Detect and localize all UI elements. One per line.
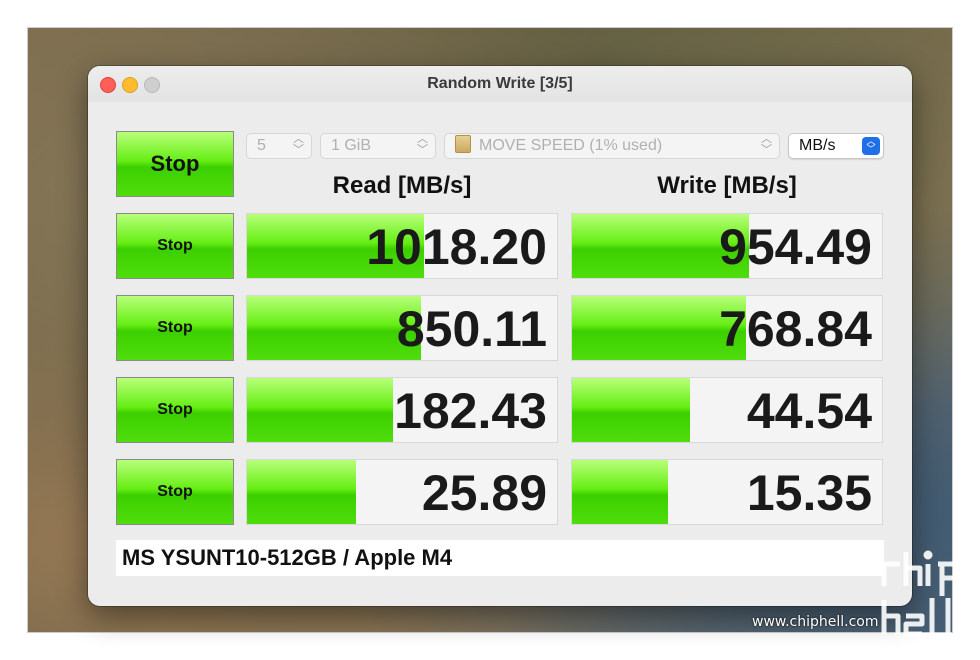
drive-icon (455, 135, 471, 153)
write-meter-row-4: 15.35 (571, 459, 883, 525)
app-window: Random Write [3/5] Stop 5 ︿ ﹀ 1 GiB ︿ ﹀ MO… (88, 66, 912, 606)
write-value-row-1: 954.49 (719, 219, 872, 275)
write-meter-row-2: 768.84 (571, 295, 883, 361)
write-meter-row-1: 954.49 (571, 213, 883, 279)
write-bar-row-4 (572, 460, 669, 524)
read-value-row-2: 850.11 (396, 301, 547, 357)
stop-button-row-2[interactable]: Stop (116, 295, 234, 361)
unit-select[interactable]: MB/s ︿ ﹀ (788, 133, 884, 159)
drive-select[interactable]: MOVE SPEED (1% used) ︿ ﹀ (444, 133, 780, 159)
test-size-select[interactable]: 1 GiB ︿ ﹀ (320, 133, 436, 159)
stop-all-button[interactable]: Stop (116, 131, 234, 197)
chevron-updown-icon: ︿ ﹀ (761, 133, 772, 156)
read-meter-row-4: 25.89 (246, 459, 558, 525)
read-bar-row-3 (247, 378, 393, 442)
write-value-row-2: 768.84 (719, 301, 872, 357)
read-meter-row-2: 850.11 (246, 295, 558, 361)
test-count-select[interactable]: 5 ︿ ﹀ (246, 133, 312, 159)
chevron-updown-icon: ︿ ﹀ (293, 133, 304, 156)
window-title: Random Write [3/5] (427, 75, 573, 92)
chevron-updown-icon: ︿ ﹀ (862, 137, 880, 155)
chiphell-logo-icon (881, 550, 961, 637)
test-count-value: 5 (257, 137, 266, 154)
write-meter-row-3: 44.54 (571, 377, 883, 443)
unit-value: MB/s (799, 137, 836, 154)
write-bar-row-3 (572, 378, 690, 442)
read-value-row-1: 1018.20 (366, 219, 547, 275)
read-bar-row-4 (247, 460, 356, 524)
read-bar-row-2 (247, 296, 421, 360)
stop-button-row-4[interactable]: Stop (116, 459, 234, 525)
test-size-value: 1 GiB (331, 137, 372, 154)
stop-button-row-1[interactable]: Stop (116, 213, 234, 279)
read-meter-row-3: 182.43 (246, 377, 558, 443)
write-column-header: Write [MB/s] (657, 172, 797, 199)
read-value-row-3: 182.43 (394, 383, 547, 439)
drive-value: MOVE SPEED (1% used) (479, 137, 663, 154)
watermark-url: www.chiphell.com (752, 614, 879, 630)
read-value-row-4: 25.89 (421, 465, 547, 521)
comment-field[interactable]: MS YSUNT10-512GB / Apple M4 (116, 540, 884, 576)
chevron-updown-icon: ︿ ﹀ (417, 133, 428, 156)
titlebar: Random Write [3/5] (88, 66, 912, 102)
read-meter-row-1: 1018.20 (246, 213, 558, 279)
read-column-header: Read [MB/s] (332, 172, 472, 199)
write-value-row-4: 15.35 (746, 465, 872, 521)
stop-button-row-3[interactable]: Stop (116, 377, 234, 443)
write-value-row-3: 44.54 (746, 383, 872, 439)
